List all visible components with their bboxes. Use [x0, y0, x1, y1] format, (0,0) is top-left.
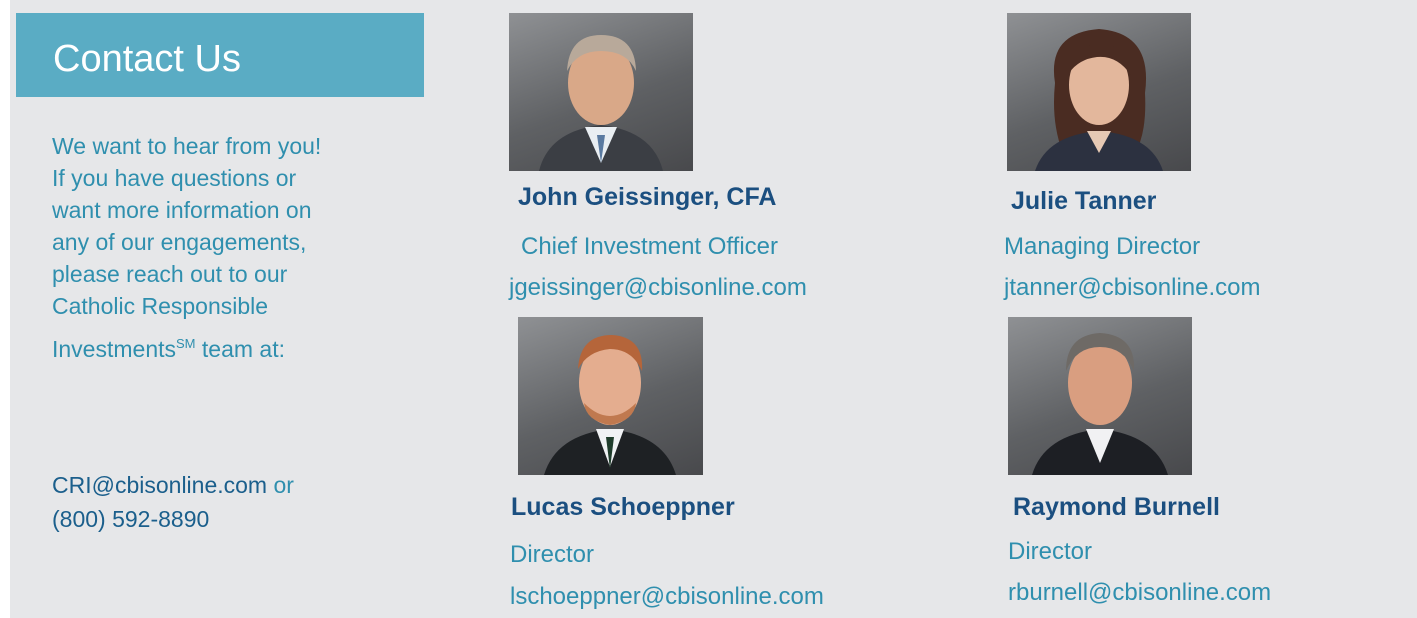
- person-title: Managing Director: [1004, 233, 1201, 260]
- person-name: Raymond Burnell: [1013, 493, 1220, 521]
- or-text: or: [267, 472, 294, 498]
- intro-team-at: team at:: [195, 336, 285, 362]
- person-name: Lucas Schoeppner: [511, 493, 735, 521]
- intro-line: InvestmentsSM team at:: [52, 328, 402, 365]
- service-mark: SM: [176, 336, 196, 351]
- person-email-link[interactable]: rburnell@cbisonline.com: [1008, 579, 1271, 607]
- john-geissinger-photo: [509, 13, 693, 171]
- person-email-link[interactable]: jtanner@cbisonline.com: [1004, 274, 1261, 302]
- raymond-burnell-photo: [1008, 317, 1192, 475]
- person-title: Chief Investment Officer: [521, 233, 778, 260]
- lucas-schoeppner-photo: [518, 317, 703, 475]
- person-name: John Geissinger, CFA: [518, 183, 777, 211]
- intro-line: We want to hear from you!: [52, 133, 322, 159]
- person-name: Julie Tanner: [1011, 187, 1157, 215]
- intro-line: Catholic Responsible: [52, 293, 269, 319]
- julie-tanner-photo: [1007, 13, 1191, 171]
- intro-investments: Investments: [52, 336, 176, 362]
- intro-line: want more information on: [52, 197, 312, 223]
- contact-us-heading: Contact Us: [16, 13, 424, 97]
- person-title: Director: [510, 541, 595, 568]
- intro-line: If you have questions or: [52, 165, 297, 191]
- contact-links: CRI@cbisonline.com or (800) 592-8890: [52, 468, 412, 536]
- intro-line: please reach out to our: [52, 261, 288, 287]
- team-email-link[interactable]: CRI@cbisonline.com: [52, 472, 267, 498]
- person-email-link[interactable]: jgeissinger@cbisonline.com: [509, 274, 807, 302]
- team-phone-link[interactable]: (800) 592-8890: [52, 506, 209, 532]
- intro-text: We want to hear from you! If you have qu…: [52, 130, 402, 365]
- person-title: Director: [1008, 538, 1093, 565]
- intro-line: any of our engagements,: [52, 229, 307, 255]
- person-email-link[interactable]: lschoeppner@cbisonline.com: [510, 583, 824, 611]
